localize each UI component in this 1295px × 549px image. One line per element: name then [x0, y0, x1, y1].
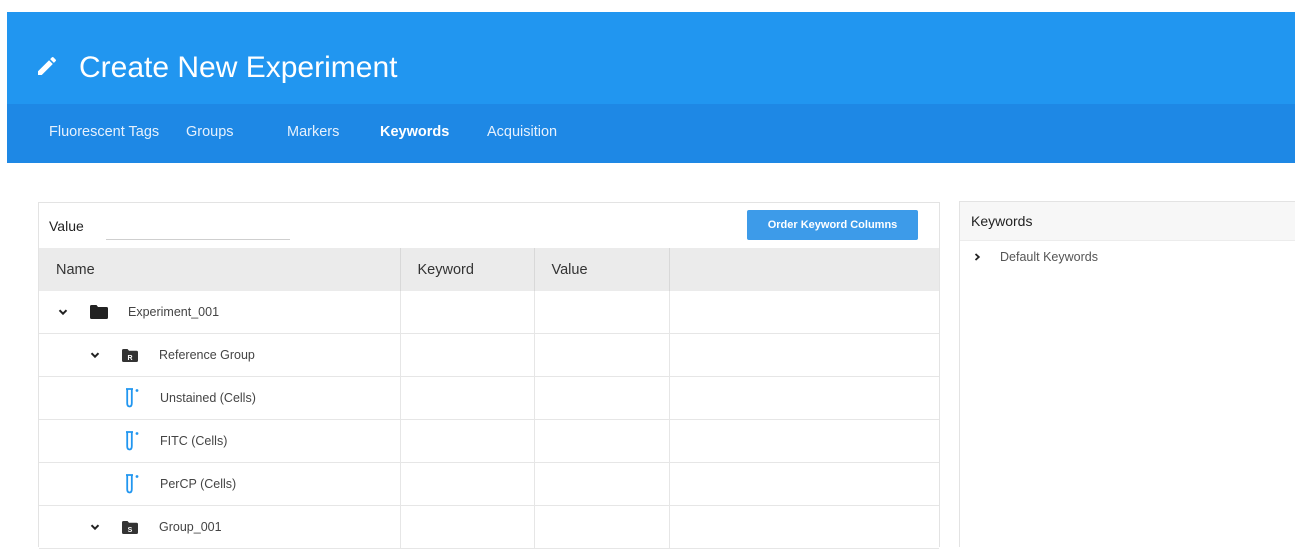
chevron-right-icon[interactable] — [972, 252, 982, 262]
chevron-down-icon[interactable] — [89, 521, 101, 533]
value-filter-label: Value — [49, 218, 84, 234]
keyword-table: Name Keyword Value Experiment_001 R Refe… — [39, 248, 939, 549]
table-row[interactable]: S Group_001 — [39, 505, 939, 549]
pencil-icon — [38, 56, 57, 75]
tube-icon — [126, 431, 139, 451]
column-header-empty — [669, 248, 939, 291]
empty-cell — [669, 505, 939, 549]
column-header-value[interactable]: Value — [534, 248, 670, 291]
chevron-down-icon[interactable] — [89, 349, 101, 361]
top-margin — [0, 0, 1295, 12]
table-row[interactable]: PerCP (Cells) — [39, 462, 939, 506]
row-name: Group_001 — [159, 520, 222, 534]
keyword-cell[interactable] — [400, 376, 535, 420]
table-header-row: Name Keyword Value — [39, 248, 939, 291]
value-filter-input[interactable] — [106, 215, 290, 240]
keywords-panel: Keywords Default Keywords — [959, 201, 1295, 547]
keyword-cell[interactable] — [400, 291, 535, 334]
name-cell: PerCP (Cells) — [39, 462, 401, 506]
row-name: PerCP (Cells) — [160, 477, 237, 491]
folder-icon — [90, 305, 108, 319]
column-header-name[interactable]: Name — [39, 248, 401, 291]
tab-keywords[interactable]: Keywords — [380, 122, 449, 142]
row-name: FITC (Cells) — [160, 434, 228, 448]
name-cell: S Group_001 — [39, 505, 401, 549]
row-name: Unstained (Cells) — [160, 391, 256, 405]
value-cell[interactable] — [534, 419, 670, 463]
name-cell: Experiment_001 — [39, 291, 401, 334]
reference-group-folder-icon: R — [122, 348, 138, 362]
value-cell[interactable] — [534, 291, 670, 334]
sample-group-folder-icon: S — [122, 520, 138, 534]
keyword-cell[interactable] — [400, 505, 535, 549]
page-title: Create New Experiment — [79, 51, 398, 84]
name-cell: R Reference Group — [39, 333, 401, 377]
keyword-cell[interactable] — [400, 333, 535, 377]
tab-groups[interactable]: Groups — [186, 122, 234, 142]
value-cell[interactable] — [534, 376, 670, 420]
active-tab-indicator — [400, 163, 420, 173]
keyword-tree-item-label: Default Keywords — [1000, 250, 1098, 264]
value-cell[interactable] — [534, 333, 670, 377]
empty-cell — [669, 462, 939, 506]
folder-badge-text: R — [127, 355, 132, 362]
tab-bar: Fluorescent Tags Groups Markers Keywords… — [7, 104, 1295, 163]
keyword-tree-item-default-keywords[interactable]: Default Keywords — [972, 250, 1098, 264]
name-cell: FITC (Cells) — [39, 419, 401, 463]
tube-icon — [126, 388, 139, 408]
empty-cell — [669, 419, 939, 463]
tab-markers[interactable]: Markers — [287, 122, 339, 142]
order-keyword-columns-button[interactable]: Order Keyword Columns — [747, 210, 918, 240]
table-row[interactable]: R Reference Group — [39, 333, 939, 377]
column-header-keyword[interactable]: Keyword — [400, 248, 535, 291]
name-cell: Unstained (Cells) — [39, 376, 401, 420]
app-header: Create New Experiment Fluorescent Tags G… — [7, 12, 1295, 163]
tab-acquisition[interactable]: Acquisition — [487, 122, 557, 142]
tab-fluorescent-tags[interactable]: Fluorescent Tags — [49, 122, 159, 142]
empty-cell — [669, 376, 939, 420]
tube-icon — [126, 474, 139, 494]
empty-cell — [669, 333, 939, 377]
empty-cell — [669, 291, 939, 334]
table-row[interactable]: Unstained (Cells) — [39, 376, 939, 420]
keywords-panel-title: Keywords — [960, 202, 1295, 241]
keyword-cell[interactable] — [400, 419, 535, 463]
value-cell[interactable] — [534, 505, 670, 549]
row-name: Experiment_001 — [128, 305, 220, 319]
keyword-editor-panel: Value Order Keyword Columns Name Keyword… — [38, 202, 940, 549]
table-row[interactable]: FITC (Cells) — [39, 419, 939, 463]
table-row[interactable]: Experiment_001 — [39, 291, 939, 334]
header-title-row: Create New Experiment — [7, 12, 1295, 104]
folder-badge-text: S — [128, 527, 133, 534]
chevron-down-icon[interactable] — [57, 306, 69, 318]
keyword-cell[interactable] — [400, 462, 535, 506]
value-cell[interactable] — [534, 462, 670, 506]
row-name: Reference Group — [159, 348, 255, 362]
